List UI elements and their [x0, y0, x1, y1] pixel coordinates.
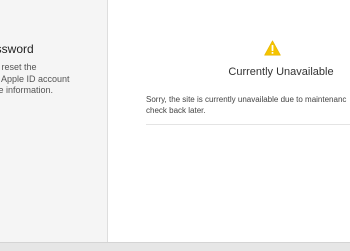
warning-icon — [264, 40, 281, 56]
sidebar-title: assword — [0, 42, 34, 56]
sidebar-description-line: ur Apple ID account — [0, 73, 70, 84]
page-title: Currently Unavailable — [228, 66, 334, 78]
sidebar-description-line: or reset the — [0, 62, 37, 72]
unavailable-message: Sorry, the site is currently unavailable… — [146, 95, 346, 116]
message-line: Sorry, the site is currently unavailable… — [146, 95, 347, 104]
message-line: check back later. — [146, 105, 206, 115]
sidebar-panel: assword or reset the ur Apple ID account… — [0, 0, 108, 242]
divider — [146, 124, 350, 125]
sidebar-description: or reset the ur Apple ID account me info… — [0, 62, 70, 97]
main-panel: Currently Unavailable Sorry, the site is… — [108, 0, 350, 242]
sidebar-description-line: me information. — [0, 85, 54, 95]
